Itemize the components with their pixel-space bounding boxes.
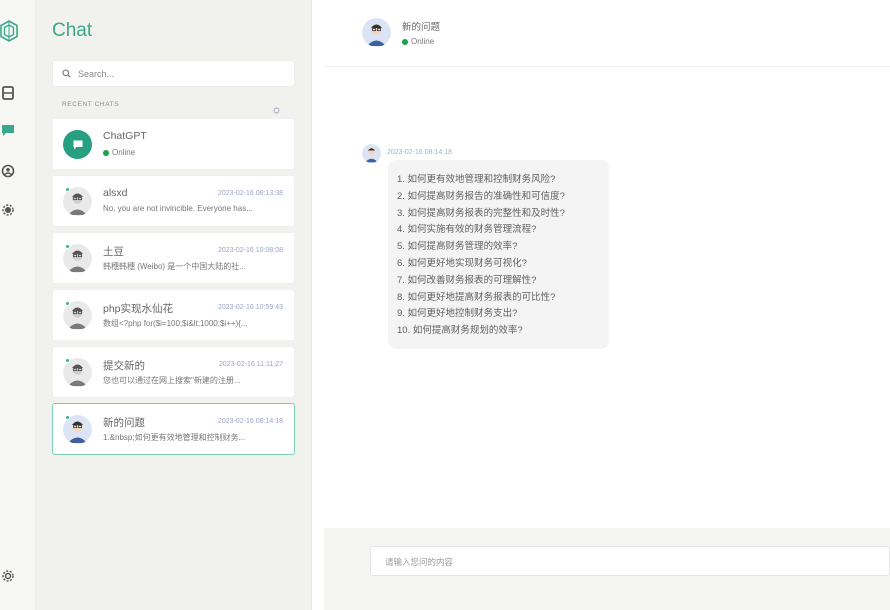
online-dot [65,415,70,420]
refresh-icon[interactable] [273,101,280,119]
chat-bubble-icon[interactable] [0,122,16,138]
message-line: 9. 如何更好地控制财务支出? [397,308,518,320]
chatgpt-avatar [63,130,92,159]
chat-item[interactable]: 提交新的 2023-02-16 11:11:27 您也可以通过在网上搜索"新建的… [52,346,295,398]
search-box[interactable] [52,60,295,87]
chat-time: 2023-02-16 11:11:27 [219,361,283,368]
chat-bubble-icon [73,140,82,149]
online-dot [65,301,70,306]
chat-preview: No, you are not invincible. Everyone has… [103,204,253,213]
search-input[interactable] [76,67,276,80]
message-timestamp: 2023-02-16 08:14:18 [387,149,452,156]
settings-gear-icon[interactable] [0,202,16,218]
chat-name: alsxd [103,187,128,199]
message-line: 6. 如何更好地实现财务可视化? [397,257,527,269]
conversation-title: 新的问题 [402,22,441,33]
message-line: 2. 如何提高财务报告的准确性和可信度? [397,190,565,202]
message-input[interactable] [383,556,863,568]
chat-preview: 1.&nbsp;如何更有效地管理和控制财务... [103,433,246,442]
message-line: 1. 如何更有效地管理和控制财务风险? [397,174,556,185]
icon-rail [0,0,36,610]
online-dot [402,38,408,45]
chat-item[interactable]: php实现水仙花 2023-02-16 10:59:43 数组<?php for… [52,289,295,341]
conversation-status: Online [402,37,434,46]
chat-item-chatgpt[interactable]: ChatGPT Online [52,118,295,170]
online-dot [65,244,70,249]
status-text: Online [112,148,136,157]
contacts-icon[interactable] [0,163,16,179]
online-dot [65,358,70,363]
chat-list-panel: Chat RECENT CHATS ChatGPT Online alsxd 2… [36,0,312,610]
message-line: 10. 如何提高财务规划的效率? [397,325,523,337]
composer-box[interactable] [370,546,890,576]
status-text: Online [411,37,435,46]
message-avatar [362,144,381,163]
panel-title: Chat [52,20,93,41]
conversation-area: 新的问题 Online 2023-02-16 08:14:18 1. 如何更有效… [312,0,890,610]
chat-preview: 数组<?php for($i=100;$i&lt;1000;$i++){... [103,319,248,328]
online-dot [65,187,70,192]
chat-item-active[interactable]: 新的问题 2023-02-16 08:14:18 1.&nbsp;如何更有效地管… [52,403,295,455]
message-bubble: 1. 如何更有效地管理和控制财务风险? 2. 如何提高财务报告的准确性和可信度?… [388,160,609,349]
header-avatar [362,18,391,47]
chat-name: 提交新的 [103,360,145,372]
message-line: 4. 如何实施有效的财务管理流程? [397,224,537,236]
chat-name: ChatGPT [103,130,147,142]
chat-time: 2023-02-16 10:08:08 [218,247,283,254]
message-line: 8. 如何更好地提高财务报表的可比性? [397,291,556,303]
chat-item[interactable]: 土豆 2023-02-16 10:08:08 韩穗韩穗 (Weibo) 是一个中… [52,232,295,284]
header-divider [324,66,890,67]
settings-cog-icon[interactable] [0,568,16,584]
hexagon-logo-icon[interactable] [0,20,18,42]
recent-chats-label: RECENT CHATS [62,101,120,108]
message-line: 7. 如何改善财务报表的可理解性? [397,274,537,286]
chat-preview: 您也可以通过在网上搜索"新建的注册... [103,376,241,385]
online-dot [103,149,109,156]
archive-box-icon[interactable] [0,85,16,101]
search-icon [62,65,71,83]
chat-time: 2023-02-16 08:13:38 [218,190,283,197]
chat-time: 2023-02-16 10:59:43 [218,304,283,311]
chat-name: php实现水仙花 [103,303,174,315]
message-line: 5. 如何提高财务管理的效率? [397,241,518,253]
chat-name: 新的问题 [103,417,145,429]
message-line: 3. 如何提高财务报表的完整性和及时性? [397,207,565,219]
chat-preview: 韩穗韩穗 (Weibo) 是一个中国大陆的社... [103,262,246,271]
chat-item[interactable]: alsxd 2023-02-16 08:13:38 No, you are no… [52,175,295,227]
chat-time: 2023-02-16 08:14:18 [218,418,283,425]
chat-name: 土豆 [103,246,124,258]
online-status: Online [103,148,135,157]
